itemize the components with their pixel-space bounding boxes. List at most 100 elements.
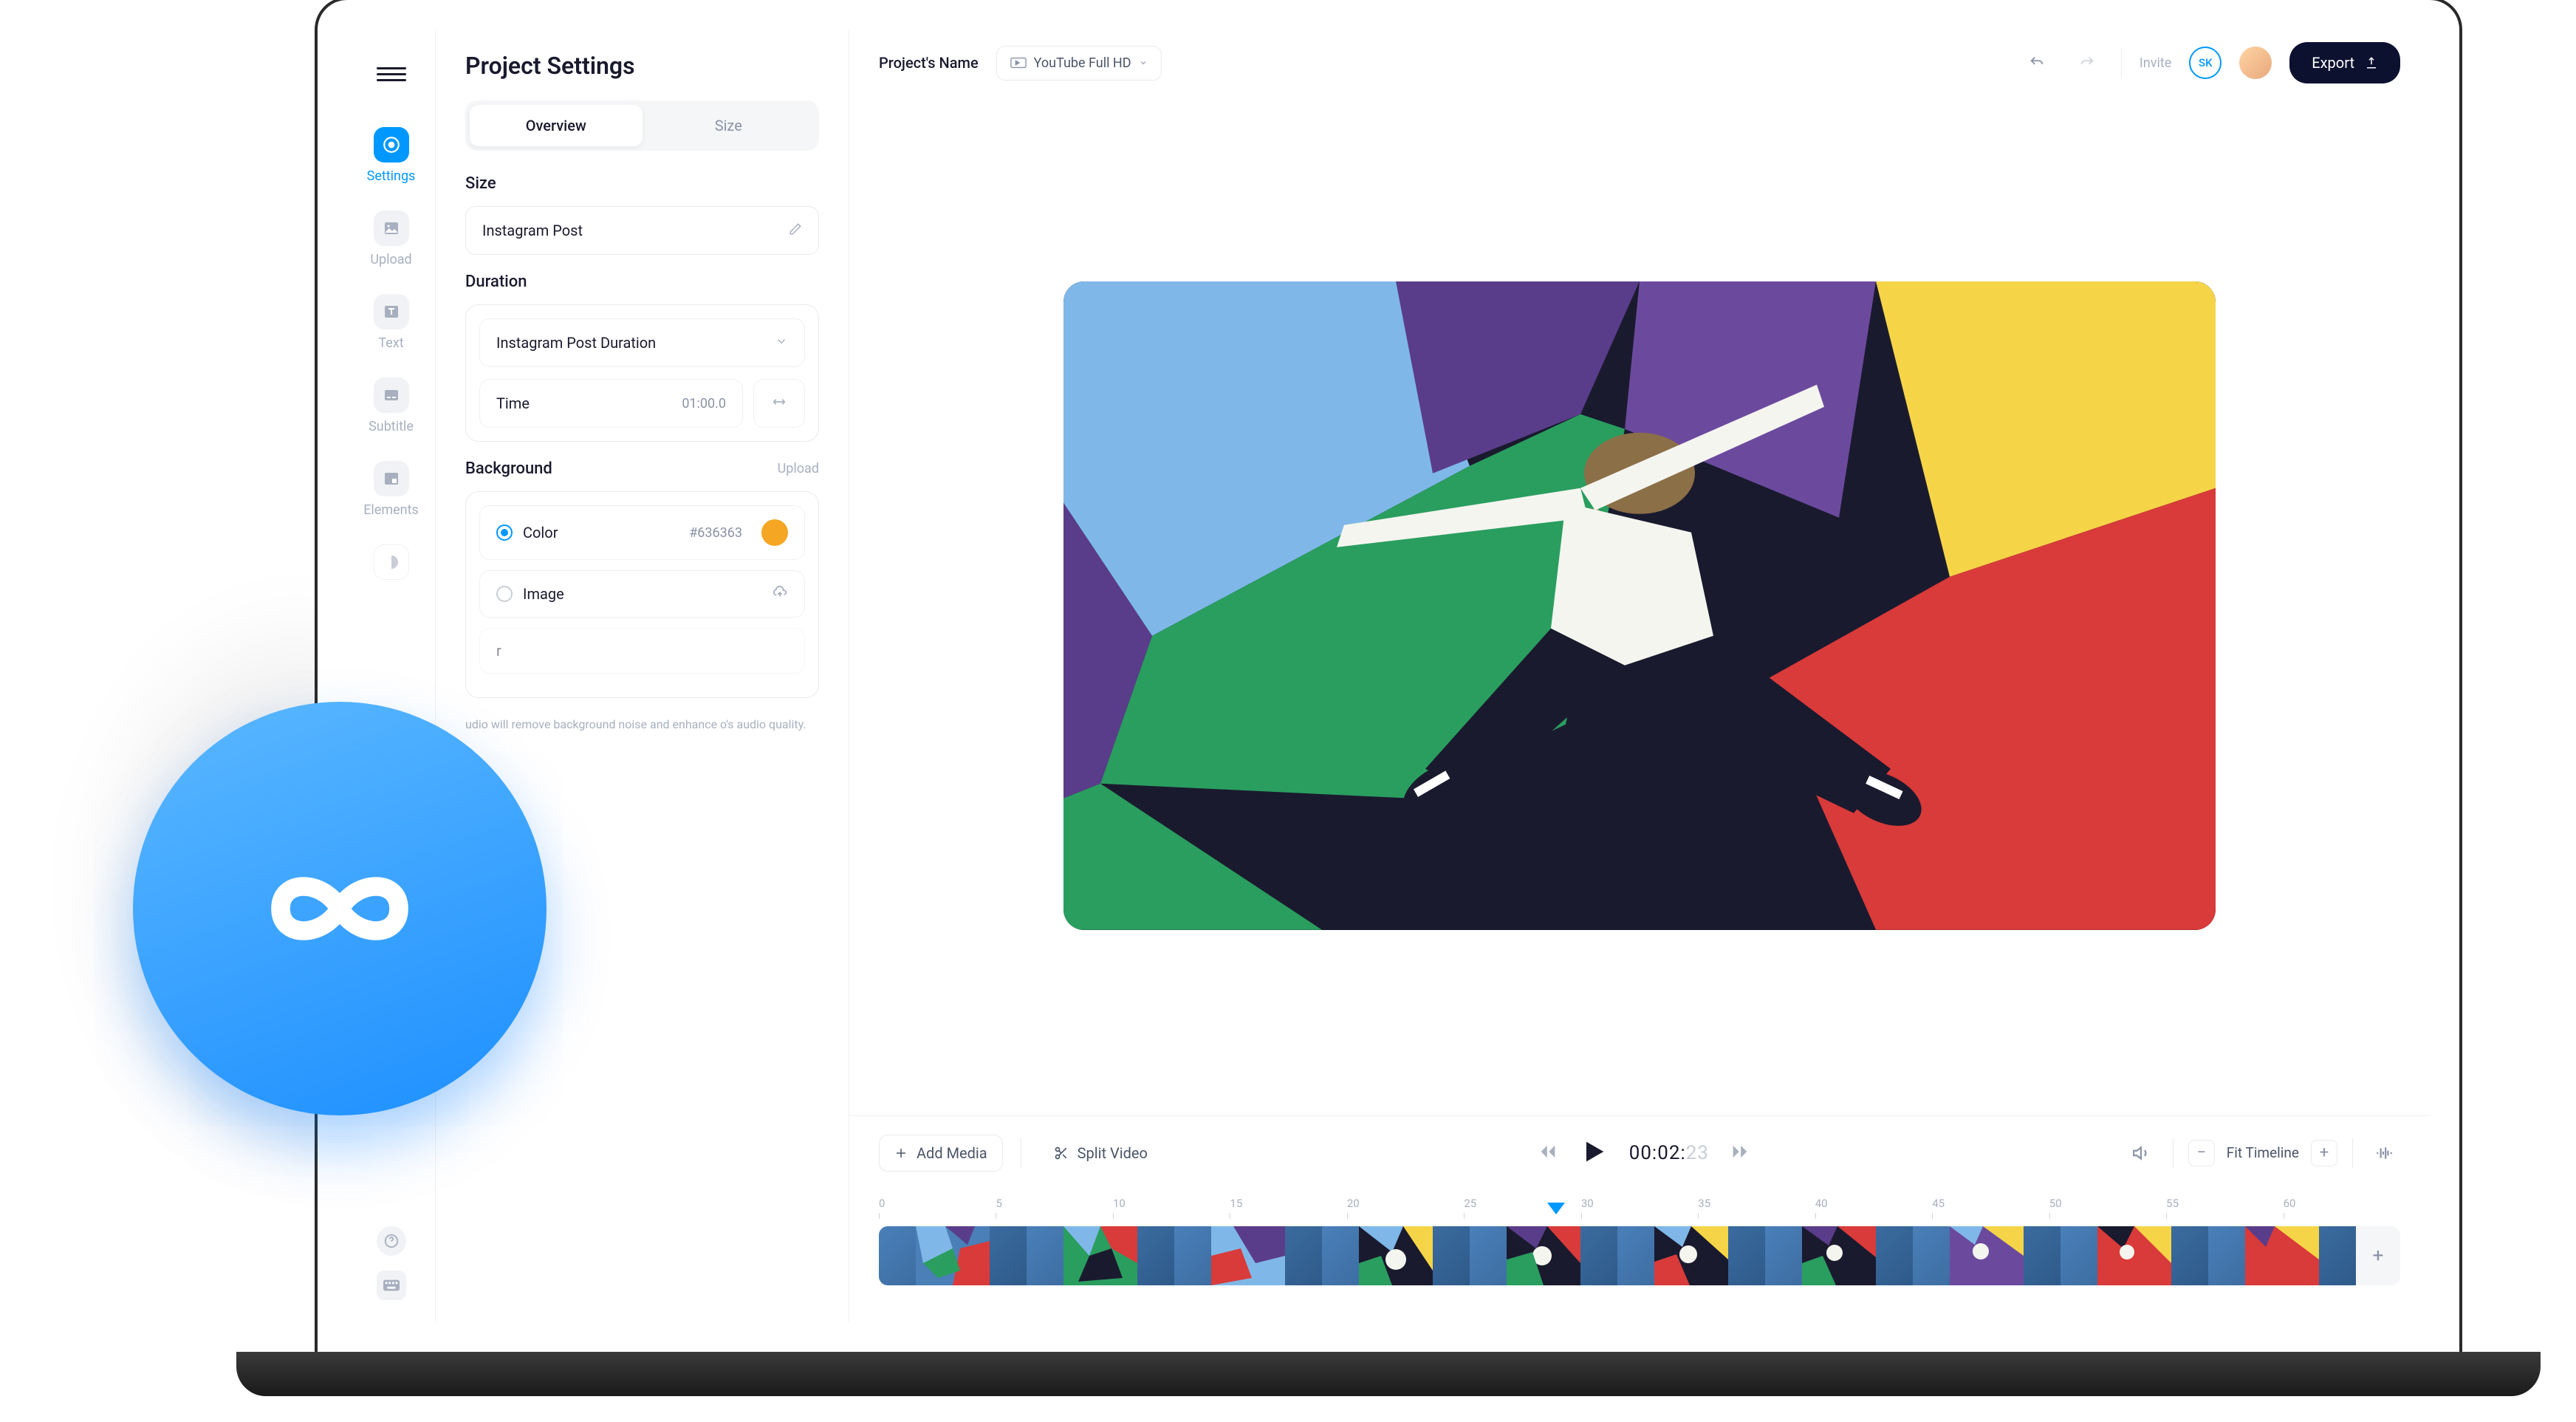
keyboard-icon[interactable] (377, 1271, 406, 1300)
upload-icon (2365, 56, 2378, 69)
nav-subtitle[interactable]: Subtitle (362, 367, 421, 445)
time-field[interactable]: Time 01:00.0 (479, 379, 743, 428)
timecode-main: 00:02: (1629, 1142, 1686, 1164)
nav-text[interactable]: Text (362, 284, 421, 361)
bg-third-label: r (496, 642, 788, 660)
audio-help-text: udio will remove background noise and en… (465, 716, 819, 734)
background-card: Color #636363 Image r (465, 491, 819, 698)
tick: 5 (996, 1197, 1112, 1226)
nav-label: Settings (367, 168, 416, 184)
tick: 30 (1581, 1197, 1698, 1226)
pencil-icon (789, 222, 802, 239)
duration-label: Duration (465, 273, 819, 291)
panel-tabs: Overview Size (465, 100, 819, 151)
bg-color-option[interactable]: Color #636363 (479, 505, 805, 560)
add-media-label: Add Media (917, 1144, 987, 1162)
undo-button[interactable] (2021, 47, 2053, 79)
nav-more[interactable] (362, 534, 421, 590)
size-field[interactable]: Instagram Post (465, 206, 819, 255)
resolution-preset[interactable]: YouTube Full HD (996, 46, 1162, 81)
clip-thumbnail[interactable] (1027, 1226, 1174, 1285)
nav-label: Upload (370, 252, 411, 267)
project-name[interactable]: Project's Name (879, 54, 979, 72)
timecode-frames: 23 (1686, 1142, 1709, 1164)
nav-label: Subtitle (369, 419, 414, 434)
duration-preset-value: Instagram Post Duration (496, 334, 656, 352)
radio-checked-icon (496, 524, 513, 541)
size-value: Instagram Post (482, 222, 583, 239)
zoom-out-button[interactable]: − (2188, 1140, 2215, 1166)
upload-action[interactable]: Upload (778, 461, 819, 476)
clip-thumbnail[interactable] (2208, 1226, 2356, 1285)
nav-settings[interactable]: Settings (362, 117, 421, 194)
clip-thumbnail[interactable] (879, 1226, 1027, 1285)
scissors-icon (1054, 1146, 1069, 1160)
timeline: 0 5 10 15 20 25 30 35 40 45 50 55 60 (849, 1189, 2430, 1322)
tab-size[interactable]: Size (643, 105, 815, 146)
target-icon (374, 127, 409, 163)
add-clip-button[interactable]: + (2356, 1226, 2400, 1285)
nav-upload[interactable]: Upload (362, 200, 421, 278)
playhead[interactable] (1547, 1203, 1565, 1214)
split-video-button[interactable]: Split Video (1039, 1135, 1162, 1171)
zoom-in-button[interactable]: + (2311, 1140, 2337, 1166)
swap-button[interactable] (753, 379, 805, 428)
duration-preset[interactable]: Instagram Post Duration (479, 318, 805, 367)
time-label: Time (496, 394, 530, 412)
swap-icon (772, 394, 787, 412)
export-button[interactable]: Export (2289, 42, 2400, 83)
background-label: Background (465, 459, 552, 478)
invite-link[interactable]: Invite (2140, 55, 2171, 71)
clip-thumbnail[interactable] (1322, 1226, 1470, 1285)
bg-image-option[interactable]: Image (479, 570, 805, 618)
bg-third-option[interactable]: r (479, 628, 805, 674)
nav-elements[interactable]: Elements (362, 451, 421, 528)
add-media-button[interactable]: Add Media (879, 1135, 1003, 1172)
clip-thumbnail[interactable] (2061, 1226, 2208, 1285)
tick: 20 (1347, 1197, 1464, 1226)
bg-color-label: Color (523, 524, 679, 541)
duration-card: Instagram Post Duration Time 01:00.0 (465, 304, 819, 442)
nav-label: Elements (363, 502, 419, 518)
plus-icon (894, 1146, 908, 1160)
waveform-button[interactable] (2368, 1137, 2400, 1169)
clip-thumbnail[interactable] (1765, 1226, 1913, 1285)
help-icon[interactable] (377, 1226, 406, 1256)
clip-thumbnail[interactable] (1913, 1226, 2061, 1285)
tick: 40 (1815, 1197, 1932, 1226)
left-nav: Settings Upload Text Subtitle Elements (347, 30, 436, 1322)
video-track[interactable]: + (879, 1226, 2400, 1285)
clip-thumbnail[interactable] (1617, 1226, 1765, 1285)
tick: 50 (2049, 1197, 2166, 1226)
tab-overview[interactable]: Overview (470, 105, 643, 146)
image-icon (374, 211, 409, 246)
export-label: Export (2312, 54, 2354, 72)
skip-forward-button[interactable] (1730, 1141, 1750, 1165)
clip-thumbnail[interactable] (1470, 1226, 1617, 1285)
user-initials-badge[interactable]: SK (2189, 47, 2222, 79)
infinity-badge (133, 702, 547, 1115)
tick: 10 (1113, 1197, 1230, 1226)
video-canvas[interactable] (1063, 281, 2216, 930)
timeline-ruler[interactable]: 0 5 10 15 20 25 30 35 40 45 50 55 60 (879, 1197, 2400, 1226)
tick: 45 (1932, 1197, 2049, 1226)
preset-label: YouTube Full HD (1034, 55, 1131, 71)
radio-icon (496, 586, 513, 602)
avatar[interactable] (2239, 47, 2272, 79)
play-button[interactable] (1579, 1137, 1609, 1169)
tick: 0 (879, 1197, 996, 1226)
redo-button[interactable] (2071, 47, 2103, 79)
chevron-down-icon (1139, 58, 1148, 67)
elements-icon (374, 461, 409, 496)
volume-button[interactable] (2125, 1137, 2158, 1169)
panel-title: Project Settings (465, 52, 819, 80)
bg-image-label: Image (523, 585, 761, 603)
cloud-upload-icon (772, 584, 788, 604)
bg-color-hex: #636363 (689, 525, 742, 541)
color-swatch[interactable] (761, 519, 788, 546)
clip-thumbnail[interactable] (1174, 1226, 1322, 1285)
skip-back-button[interactable] (1538, 1141, 1558, 1165)
menu-icon[interactable] (377, 59, 406, 89)
monitor-icon (1010, 57, 1027, 69)
nav-label: Text (378, 335, 403, 351)
